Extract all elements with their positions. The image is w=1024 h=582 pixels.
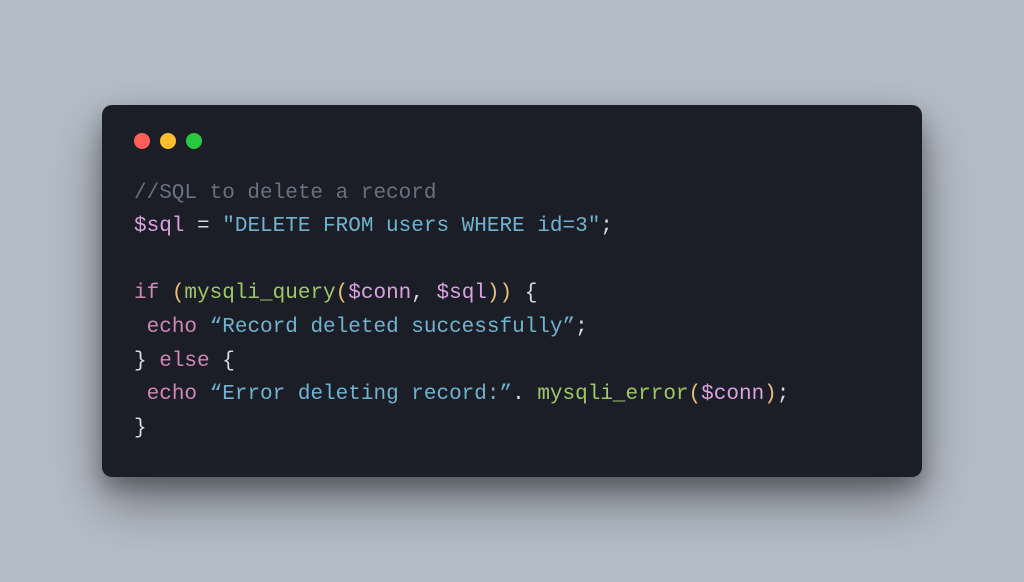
code-keyword: echo bbox=[147, 316, 197, 339]
code-string: "DELETE FROM users WHERE id=3" bbox=[222, 215, 600, 238]
code-variable: $sql bbox=[437, 282, 487, 305]
code-variable: $sql bbox=[134, 215, 184, 238]
code-keyword: if bbox=[134, 282, 172, 305]
code-window: //SQL to delete a record $sql = "DELETE … bbox=[102, 105, 922, 478]
code-space bbox=[197, 316, 210, 339]
code-paren: ) bbox=[500, 282, 513, 305]
code-punct: { bbox=[512, 282, 537, 305]
code-paren: ) bbox=[764, 383, 777, 406]
code-variable: $conn bbox=[701, 383, 764, 406]
code-string: “Error deleting record:” bbox=[210, 383, 512, 406]
window-controls bbox=[134, 133, 890, 149]
code-punct: ; bbox=[777, 383, 790, 406]
code-function: mysqli_query bbox=[184, 282, 335, 305]
code-string: “Record deleted successfully” bbox=[210, 316, 575, 339]
code-indent bbox=[134, 383, 147, 406]
code-punct: } bbox=[134, 350, 159, 373]
code-punct: ; bbox=[600, 215, 613, 238]
code-punct: . bbox=[512, 383, 537, 406]
code-block: //SQL to delete a record $sql = "DELETE … bbox=[134, 177, 890, 446]
code-punct: , bbox=[411, 282, 436, 305]
code-variable: $conn bbox=[348, 282, 411, 305]
close-icon[interactable] bbox=[134, 133, 150, 149]
code-paren: ) bbox=[487, 282, 500, 305]
code-paren: ( bbox=[172, 282, 185, 305]
code-keyword: else bbox=[159, 350, 209, 373]
code-function: mysqli_error bbox=[537, 383, 688, 406]
code-paren: ( bbox=[689, 383, 702, 406]
code-punct: } bbox=[134, 417, 147, 440]
code-comment: //SQL to delete a record bbox=[134, 182, 436, 205]
code-punct: ; bbox=[575, 316, 588, 339]
code-punct: { bbox=[210, 350, 235, 373]
code-indent bbox=[134, 316, 147, 339]
minimize-icon[interactable] bbox=[160, 133, 176, 149]
code-keyword: echo bbox=[147, 383, 197, 406]
maximize-icon[interactable] bbox=[186, 133, 202, 149]
code-operator: = bbox=[184, 215, 222, 238]
code-paren: ( bbox=[336, 282, 349, 305]
code-space bbox=[197, 383, 210, 406]
